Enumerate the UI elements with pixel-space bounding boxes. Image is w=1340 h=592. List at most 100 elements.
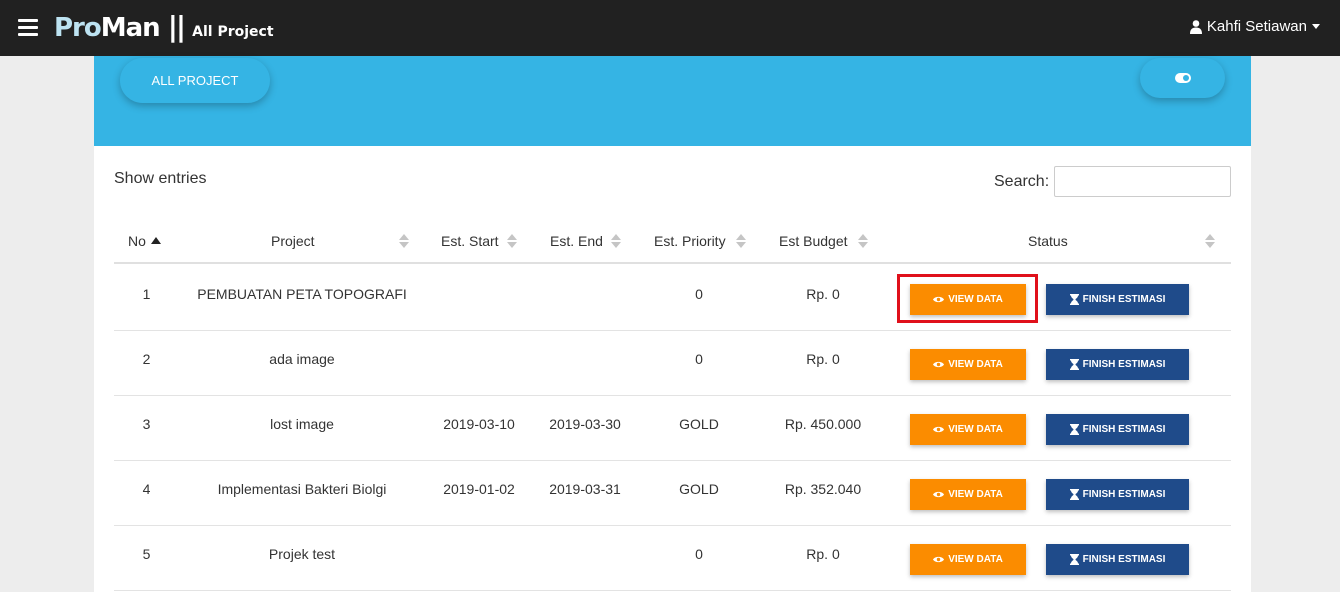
table-row: 5 Projek test 0 Rp. 0 VIEW DATA FINISH E… [114,526,1231,591]
search-label: Search: [994,173,1050,190]
cell-est-budget: Rp. 352.040 [784,481,862,497]
column-label: Est Budget [779,233,848,249]
finish-estimasi-label: FINISH ESTIMASI [1082,554,1166,565]
cell-est-budget: Rp. 450.000 [784,416,862,432]
view-data-label: VIEW DATA [948,294,1003,305]
toggle-button[interactable] [1140,58,1225,98]
hourglass-icon [1069,359,1079,370]
sort-icon [1205,234,1215,248]
toggle-on-icon [1174,73,1191,83]
brand-logo[interactable]: ProMan || All Project [54,10,274,46]
all-project-button[interactable]: ALL PROJECT [120,58,270,103]
cell-est-priority: GOLD [679,416,719,432]
column-header-est-start[interactable]: Est. Start [441,218,499,264]
eye-icon [933,296,945,303]
cell-project: ada image [269,351,335,367]
column-label: Project [271,233,315,249]
cell-est-start: 2019-01-02 [443,481,515,497]
user-icon [1189,19,1202,34]
finish-estimasi-button[interactable]: FINISH ESTIMASI [1046,284,1189,315]
view-data-button[interactable]: VIEW DATA [910,414,1026,445]
sort-asc-icon [150,237,161,244]
sort-icon [611,234,621,248]
cell-est-budget: Rp. 0 [806,546,840,562]
view-data-button[interactable]: VIEW DATA [910,544,1026,575]
cell-est-priority: 0 [695,351,703,367]
view-data-button[interactable]: VIEW DATA [910,349,1026,380]
eye-icon [933,426,945,433]
brand-man: Man [100,13,161,43]
brand-pro: Pro [54,13,102,43]
cell-project: lost image [270,416,334,432]
finish-estimasi-label: FINISH ESTIMASI [1082,424,1166,435]
sort-icon [736,234,746,248]
brand-separator: || [167,10,187,43]
finish-estimasi-label: FINISH ESTIMASI [1082,359,1166,370]
user-name: Kahfi Setiawan [1206,18,1307,35]
column-header-est-end[interactable]: Est. End [550,218,603,264]
table-row: 4 Implementasi Bakteri Biolgi 2019-01-02… [114,461,1231,526]
table-row: 2 ada image 0 Rp. 0 VIEW DATA FINISH EST… [114,331,1231,396]
sort-icon [507,234,517,248]
cell-est-priority: GOLD [679,481,719,497]
cell-project: PEMBUATAN PETA TOPOGRAFI [197,286,407,302]
eye-icon [933,361,945,368]
header-banner: ALL PROJECT [94,56,1251,146]
cell-est-end: 2019-03-30 [549,416,621,432]
sort-icon [399,234,409,248]
column-label: Status [1028,233,1068,249]
view-data-label: VIEW DATA [948,554,1003,565]
finish-estimasi-button[interactable]: FINISH ESTIMASI [1046,544,1189,575]
caret-down-icon [1312,24,1320,29]
cell-project: Projek test [268,546,336,562]
cell-no: 1 [142,286,151,302]
cell-est-priority: 0 [695,546,703,562]
eye-icon [933,491,945,498]
finish-estimasi-button[interactable]: FINISH ESTIMASI [1046,479,1189,510]
view-data-button[interactable]: VIEW DATA [910,479,1026,510]
table-row: 1 PEMBUATAN PETA TOPOGRAFI 0 Rp. 0 VIEW … [114,266,1231,331]
column-header-est-priority[interactable]: Est. Priority [654,218,726,264]
cell-no: 5 [142,546,151,562]
cell-est-start: 2019-03-10 [443,416,515,432]
column-header-no[interactable]: No [128,218,161,264]
cell-est-priority: 0 [695,286,703,302]
eye-icon [933,556,945,563]
search-input[interactable] [1054,166,1231,197]
finish-estimasi-button[interactable]: FINISH ESTIMASI [1046,414,1189,445]
cell-no: 2 [142,351,151,367]
column-header-status[interactable]: Status [1028,218,1068,264]
page-title: All Project [192,24,274,40]
column-header-est-budget[interactable]: Est Budget [779,218,848,264]
hourglass-icon [1069,424,1079,435]
column-label: Est. Priority [654,233,726,249]
table-row: 3 lost image 2019-03-10 2019-03-30 GOLD … [114,396,1231,461]
top-navbar: ProMan || All Project Kahfi Setiawan [0,0,1340,56]
table-header: No Project Est. Start Est. End Est. Prio… [114,218,1231,264]
cell-no: 4 [142,481,151,497]
show-entries-label: Show entries [114,170,207,187]
column-label: Est. End [550,233,603,249]
sort-icon [858,234,868,248]
cell-est-budget: Rp. 0 [806,286,840,302]
finish-estimasi-label: FINISH ESTIMASI [1082,294,1166,305]
view-data-label: VIEW DATA [948,424,1003,435]
finish-estimasi-button[interactable]: FINISH ESTIMASI [1046,349,1189,380]
column-header-project[interactable]: Project [271,218,315,264]
user-dropdown[interactable]: Kahfi Setiawan [1189,18,1320,35]
view-data-label: VIEW DATA [948,359,1003,370]
cell-no: 3 [142,416,151,432]
finish-estimasi-label: FINISH ESTIMASI [1082,489,1166,500]
column-label: No [128,233,146,249]
hourglass-icon [1069,489,1079,500]
hourglass-icon [1069,554,1079,565]
hourglass-icon [1069,294,1079,305]
column-label: Est. Start [441,233,499,249]
cell-project: Implementasi Bakteri Biolgi [217,481,387,497]
project-table-card: Show entries Search: No Project Est. Sta… [94,146,1251,592]
menu-icon[interactable] [18,19,38,36]
cell-est-budget: Rp. 0 [806,351,840,367]
view-data-label: VIEW DATA [948,489,1003,500]
view-data-button[interactable]: VIEW DATA [910,284,1026,315]
cell-est-end: 2019-03-31 [549,481,621,497]
